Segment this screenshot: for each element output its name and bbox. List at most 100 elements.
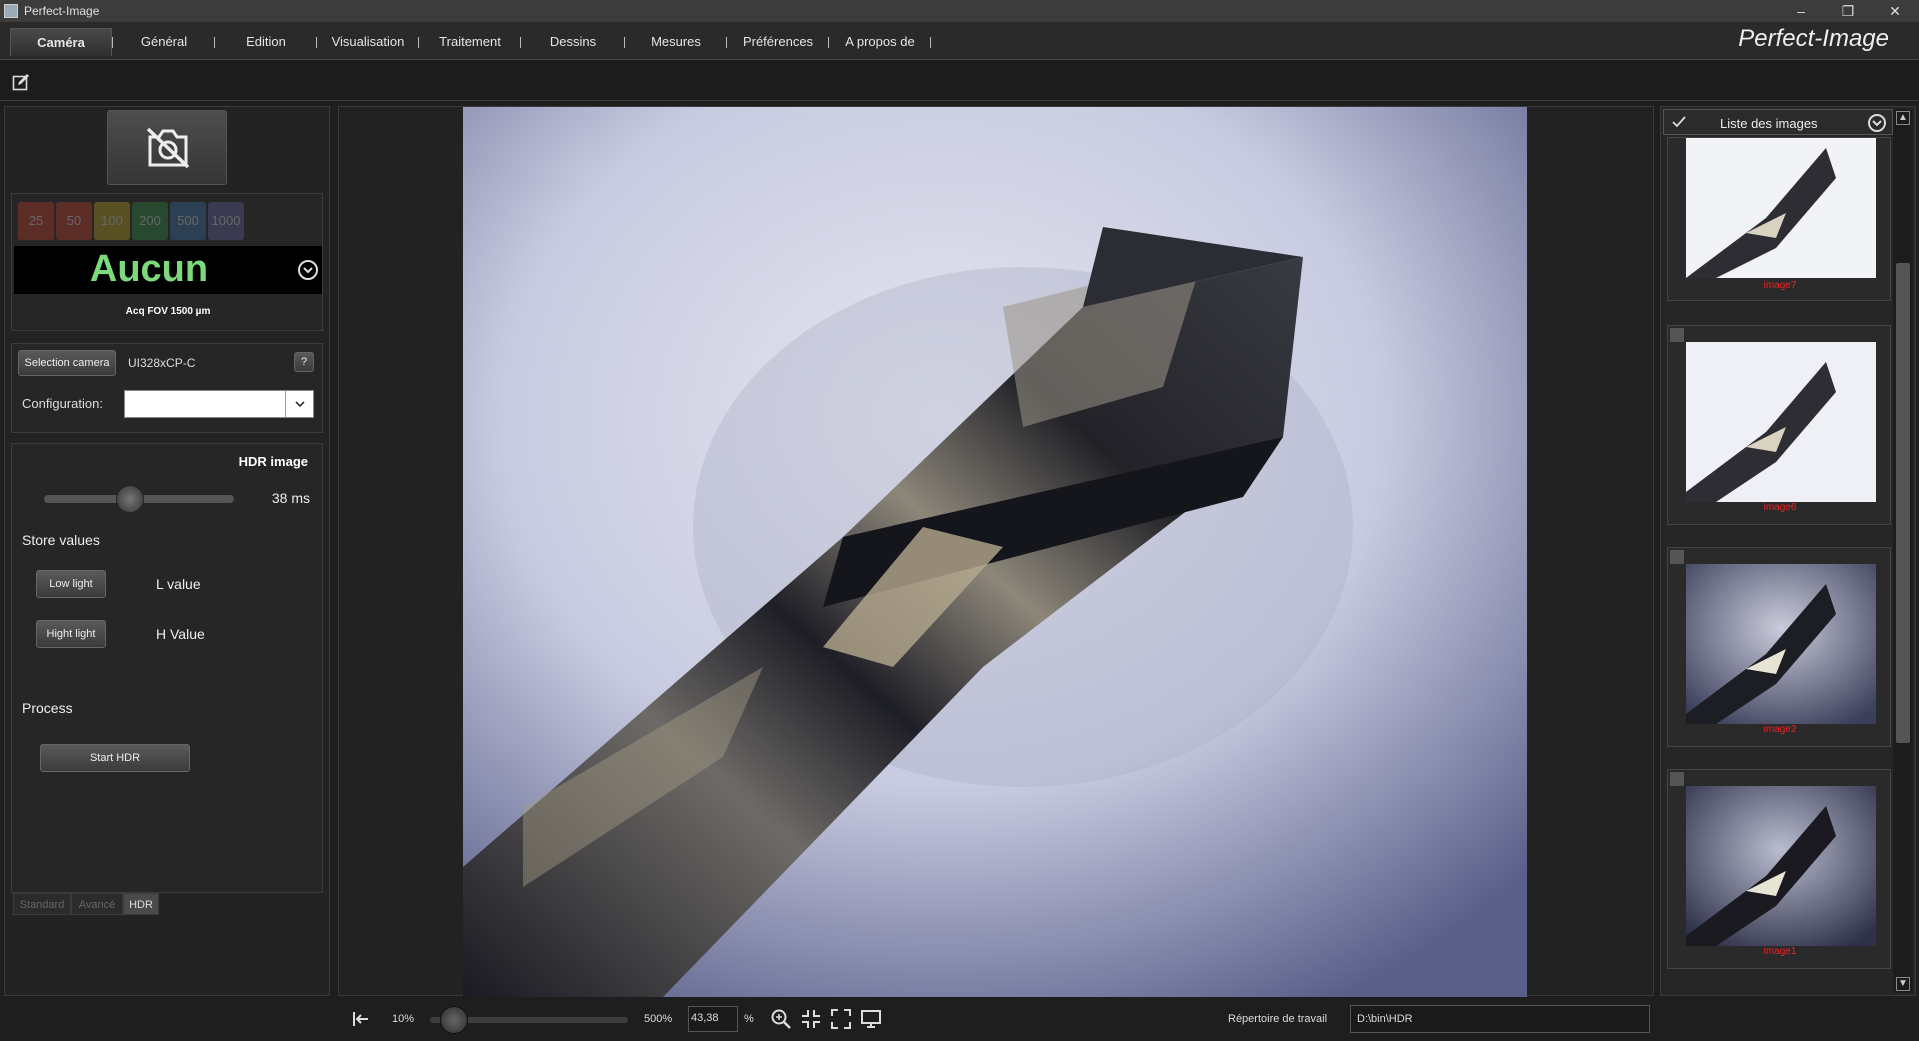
- image-thumbnail[interactable]: image2: [1667, 547, 1891, 747]
- microscope-image[interactable]: [463, 107, 1527, 997]
- chevron-down-icon[interactable]: [1868, 114, 1886, 132]
- image-thumbnail[interactable]: image7: [1667, 137, 1891, 301]
- thumbnail-checkbox[interactable]: [1670, 550, 1684, 564]
- image-thumbnail[interactable]: image1: [1667, 769, 1891, 969]
- objective-display: Aucun: [14, 246, 322, 294]
- magnification-1000[interactable]: 1000: [208, 202, 244, 240]
- image-viewer[interactable]: [338, 106, 1654, 997]
- hdr-title: HDR image: [238, 454, 308, 469]
- zoom-slider-handle[interactable]: [440, 1006, 468, 1034]
- zoom-min-label: 10%: [392, 1013, 415, 1025]
- thumbnail-checkbox[interactable]: [1670, 772, 1684, 786]
- magnification-200[interactable]: 200: [132, 202, 168, 240]
- exposure-value: 38 ms: [271, 490, 310, 506]
- configuration-select[interactable]: [124, 390, 314, 418]
- title-bar: Perfect-Image – ❐ ✕: [0, 0, 1919, 22]
- menu-separator: [418, 37, 419, 48]
- thumbnail-label: image1: [1763, 946, 1797, 957]
- image-list-header: Liste des images: [1663, 109, 1893, 135]
- menu-a-propos[interactable]: A propos de: [834, 34, 926, 52]
- edit-icon[interactable]: [12, 73, 30, 91]
- tab-avance[interactable]: Avancé: [71, 893, 123, 915]
- objective-selector: 25 50 100 200 500 1000 Aucun Acq FOV 150…: [11, 193, 323, 331]
- camera-panel: 25 50 100 200 500 1000 Aucun Acq FOV 150…: [4, 106, 330, 996]
- l-value: L value: [156, 576, 201, 592]
- tab-standard[interactable]: Standard: [13, 893, 71, 915]
- status-bar: 10% 500% 43,38 % Répertoire de travail D…: [0, 998, 1919, 1041]
- image-list-scrollbar[interactable]: ▲ ▼: [1893, 109, 1913, 993]
- thumbnail-label: image7: [1763, 280, 1797, 291]
- scroll-up-icon[interactable]: ▲: [1896, 111, 1910, 125]
- acquisition-fov: Acq FOV 1500 µm: [125, 306, 211, 317]
- menu-separator: [828, 37, 829, 48]
- high-light-button[interactable]: Hight light: [36, 620, 106, 648]
- first-image-icon[interactable]: [352, 1010, 370, 1028]
- menu-separator: [214, 37, 215, 48]
- thumbnail-label: image2: [1763, 724, 1797, 735]
- magnification-25[interactable]: 25: [18, 202, 54, 240]
- configuration-label: Configuration:: [22, 396, 103, 411]
- menu-camera[interactable]: Caméra: [10, 28, 112, 56]
- menu-separator: [112, 37, 113, 48]
- zoom-max-label: 500%: [644, 1013, 673, 1025]
- check-icon[interactable]: [1672, 116, 1686, 128]
- scroll-down-icon[interactable]: ▼: [1896, 977, 1910, 991]
- menu-bar: Caméra Général Edition Visualisation Tra…: [0, 22, 1919, 60]
- start-hdr-button[interactable]: Start HDR: [40, 744, 190, 772]
- thumbnail-checkbox[interactable]: [1670, 328, 1684, 342]
- menu-separator: [624, 37, 625, 48]
- hdr-panel: HDR image 38 ms Store values Low light L…: [11, 443, 323, 893]
- menu-traitement[interactable]: Traitement: [424, 34, 516, 52]
- scrollbar-thumb[interactable]: [1896, 263, 1910, 743]
- objective-name: Aucun: [89, 248, 209, 290]
- thumbnail-image: [1686, 564, 1876, 724]
- chevron-down-icon[interactable]: [298, 260, 318, 280]
- magnification-50[interactable]: 50: [56, 202, 92, 240]
- thumbnail-image: [1686, 786, 1876, 946]
- zoom-value-input[interactable]: 43,38: [688, 1006, 738, 1032]
- camera-selection-group: Selection camera UI328xCP-C ? Configurat…: [11, 343, 323, 433]
- image-thumbnail[interactable]: image6: [1667, 325, 1891, 525]
- minimize-button[interactable]: –: [1781, 1, 1821, 21]
- fit-inward-icon[interactable]: [800, 1008, 822, 1030]
- menu-preferences[interactable]: Préférences: [732, 34, 824, 52]
- zoom-in-icon[interactable]: [770, 1008, 792, 1030]
- close-button[interactable]: ✕: [1875, 1, 1915, 21]
- menu-edition[interactable]: Edition: [220, 34, 312, 52]
- restore-button[interactable]: ❐: [1828, 1, 1868, 21]
- thumbnail-image: [1686, 342, 1876, 502]
- zoom-unit: %: [744, 1013, 754, 1025]
- exposure-slider-handle[interactable]: [115, 485, 144, 513]
- magnification-500[interactable]: 500: [170, 202, 206, 240]
- menu-separator: [930, 37, 931, 48]
- menu-visualisation[interactable]: Visualisation: [322, 34, 414, 52]
- app-icon: [4, 4, 18, 18]
- snapshot-button[interactable]: [107, 110, 227, 185]
- working-directory-label: Répertoire de travail: [1228, 1013, 1328, 1025]
- menu-separator: [726, 37, 727, 48]
- h-value: H Value: [156, 626, 205, 642]
- thumbnail-label: image6: [1763, 502, 1797, 513]
- menu-mesures[interactable]: Mesures: [630, 34, 722, 52]
- help-button[interactable]: ?: [294, 352, 314, 372]
- image-list-title: Liste des images: [1720, 116, 1818, 131]
- select-camera-button[interactable]: Selection camera: [18, 350, 116, 376]
- process-title: Process: [22, 700, 73, 716]
- magnification-100[interactable]: 100: [94, 202, 130, 240]
- image-list-panel: Liste des images image7 image6 image2 im…: [1660, 106, 1916, 996]
- toolbar: [0, 61, 1919, 101]
- monitor-icon[interactable]: [860, 1008, 882, 1030]
- working-directory-input[interactable]: D:\bin\HDR: [1350, 1005, 1650, 1033]
- chevron-down-icon[interactable]: [285, 391, 313, 417]
- thumbnail-image: [1686, 138, 1876, 278]
- camera-model: UI328xCP-C: [128, 356, 196, 370]
- low-light-button[interactable]: Low light: [36, 570, 106, 598]
- menu-separator: [316, 37, 317, 48]
- fullscreen-icon[interactable]: [830, 1008, 852, 1030]
- tab-hdr[interactable]: HDR: [123, 893, 159, 915]
- menu-dessins[interactable]: Dessins: [526, 34, 620, 52]
- drill-bit-image: [463, 107, 1527, 997]
- menu-general[interactable]: Général: [118, 34, 210, 52]
- brand-logo: Perfect-Image: [1738, 25, 1889, 52]
- menu-separator: [520, 37, 521, 48]
